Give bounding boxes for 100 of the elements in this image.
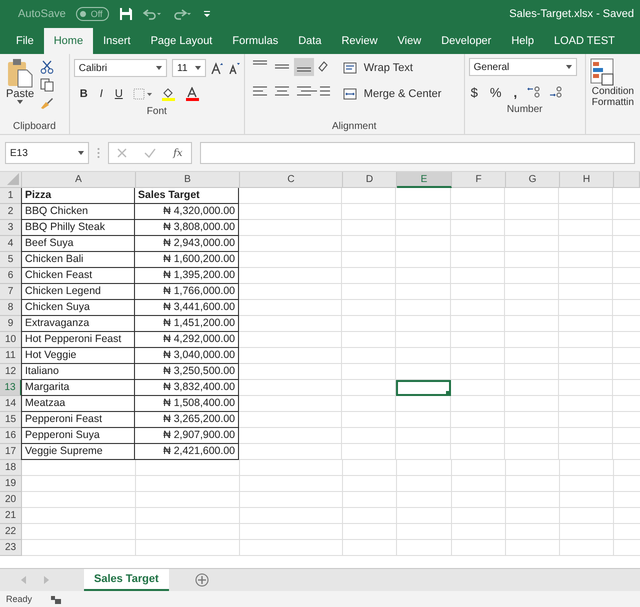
- row-header[interactable]: 13: [0, 380, 22, 396]
- brush-icon[interactable]: [40, 96, 54, 110]
- formula-input[interactable]: [200, 142, 635, 164]
- grid-cell: [396, 188, 451, 204]
- row-header[interactable]: 14: [0, 396, 22, 412]
- increase-decimal-icon[interactable]: [527, 86, 542, 98]
- grid-cell: [505, 220, 559, 236]
- font-color-icon[interactable]: [184, 87, 201, 101]
- table-cell: Margarita: [21, 380, 135, 396]
- grid-cell: [451, 444, 505, 460]
- grid-cell: [506, 508, 560, 524]
- grid-cell: [559, 300, 613, 316]
- row-header[interactable]: 3: [0, 220, 22, 236]
- ribbon-tab[interactable]: Developer: [431, 28, 502, 54]
- column-header[interactable]: B: [136, 172, 240, 188]
- font-size-dropdown[interactable]: 11: [172, 59, 206, 77]
- ribbon-tab[interactable]: Review: [331, 28, 388, 54]
- row-header[interactable]: 22: [0, 524, 22, 540]
- column-header[interactable]: A: [22, 172, 136, 188]
- column-header[interactable]: D: [343, 172, 397, 188]
- copy-icon[interactable]: [40, 78, 54, 92]
- font-name-dropdown[interactable]: Calibri: [74, 59, 168, 77]
- row-header[interactable]: 1: [0, 188, 22, 204]
- ribbon-tab[interactable]: View: [388, 28, 432, 54]
- number-format-dropdown[interactable]: General: [468, 58, 577, 76]
- fill-color-icon[interactable]: [160, 87, 177, 101]
- add-sheet-icon[interactable]: [194, 573, 209, 587]
- paste-icon[interactable]: [7, 58, 34, 88]
- caret-icon[interactable]: [78, 151, 84, 155]
- row-header[interactable]: 17: [0, 444, 22, 460]
- row-header[interactable]: 20: [0, 492, 22, 508]
- customize-icon[interactable]: [202, 10, 211, 18]
- row-header[interactable]: 16: [0, 428, 22, 444]
- scissors-icon[interactable]: [40, 60, 54, 74]
- ribbon-tab[interactable]: Formulas: [222, 28, 288, 54]
- ribbon-tab[interactable]: LOAD TEST: [544, 28, 625, 54]
- underline-button[interactable]: U: [112, 88, 125, 100]
- row-header[interactable]: 8: [0, 300, 22, 316]
- caret-icon[interactable]: [17, 100, 24, 104]
- redo-icon[interactable]: [172, 8, 193, 20]
- grow-font-icon[interactable]: [210, 62, 223, 74]
- row-header[interactable]: 19: [0, 476, 22, 492]
- grid-cell: [505, 316, 559, 332]
- grid-cell: [451, 396, 505, 412]
- bold-button[interactable]: B: [78, 88, 90, 100]
- percent-button[interactable]: %: [488, 84, 504, 100]
- italic-button[interactable]: I: [98, 88, 105, 100]
- comma-button[interactable]: ,: [511, 84, 520, 100]
- row-header[interactable]: 15: [0, 412, 22, 428]
- ribbon-tab[interactable]: Home: [44, 28, 94, 54]
- column-header[interactable]: E: [397, 172, 452, 188]
- grid-cell: [452, 492, 506, 508]
- decrease-decimal-icon[interactable]: [549, 86, 564, 98]
- row-header[interactable]: 18: [0, 460, 22, 476]
- wrap-text-button[interactable]: Wrap Text: [362, 62, 415, 74]
- caret-icon[interactable]: [156, 66, 162, 70]
- ribbon-tab[interactable]: Data: [288, 28, 332, 54]
- merge-icon[interactable]: [342, 88, 357, 100]
- row-header[interactable]: 23: [0, 540, 22, 556]
- conditional-formatting-label[interactable]: Condition: [590, 86, 636, 97]
- row-header[interactable]: 10: [0, 332, 22, 348]
- borders-icon[interactable]: [132, 88, 153, 100]
- ribbon-tab[interactable]: Insert: [93, 28, 141, 54]
- grid-cell: [559, 284, 613, 300]
- insert-function-button[interactable]: fx: [173, 148, 183, 158]
- name-box[interactable]: E13: [5, 142, 89, 164]
- grid-cell: [559, 348, 613, 364]
- column-header[interactable]: C: [240, 172, 343, 188]
- wrap-text-icon[interactable]: [342, 62, 357, 74]
- conditional-formatting-icon[interactable]: [590, 58, 614, 86]
- conditional-formatting-label[interactable]: Formattin: [590, 97, 636, 108]
- caret-icon[interactable]: [194, 66, 201, 70]
- table-cell: Veggie Supreme: [21, 444, 135, 460]
- shrink-font-icon[interactable]: [228, 62, 240, 74]
- row-header[interactable]: 12: [0, 364, 22, 380]
- row-header[interactable]: 9: [0, 316, 22, 332]
- row-header[interactable]: 4: [0, 236, 22, 252]
- row-header[interactable]: 6: [0, 268, 22, 284]
- macro-record-icon[interactable]: [50, 594, 62, 604]
- grid-cell: [342, 396, 396, 412]
- column-header[interactable]: G: [506, 172, 560, 188]
- merge-center-button[interactable]: Merge & Center: [362, 88, 444, 100]
- column-header[interactable]: F: [452, 172, 506, 188]
- row-header[interactable]: 7: [0, 284, 22, 300]
- row-header[interactable]: 5: [0, 252, 22, 268]
- selected-cell[interactable]: [396, 380, 451, 396]
- caret-icon[interactable]: [566, 65, 572, 69]
- ribbon-tab[interactable]: Help: [501, 28, 544, 54]
- table-cell: Extravaganza: [21, 316, 135, 332]
- column-header[interactable]: H: [560, 172, 614, 188]
- currency-button[interactable]: $: [468, 84, 480, 100]
- sheet-tab[interactable]: Sales Target: [84, 569, 169, 591]
- row-header[interactable]: 21: [0, 508, 22, 524]
- ribbon-tab[interactable]: Page Layout: [140, 28, 222, 54]
- undo-icon[interactable]: [142, 8, 163, 20]
- paste-label[interactable]: Paste: [4, 88, 36, 100]
- row-header[interactable]: 2: [0, 204, 22, 220]
- ribbon-tab[interactable]: File: [6, 28, 44, 54]
- row-header[interactable]: 11: [0, 348, 22, 364]
- save-icon[interactable]: [118, 7, 133, 21]
